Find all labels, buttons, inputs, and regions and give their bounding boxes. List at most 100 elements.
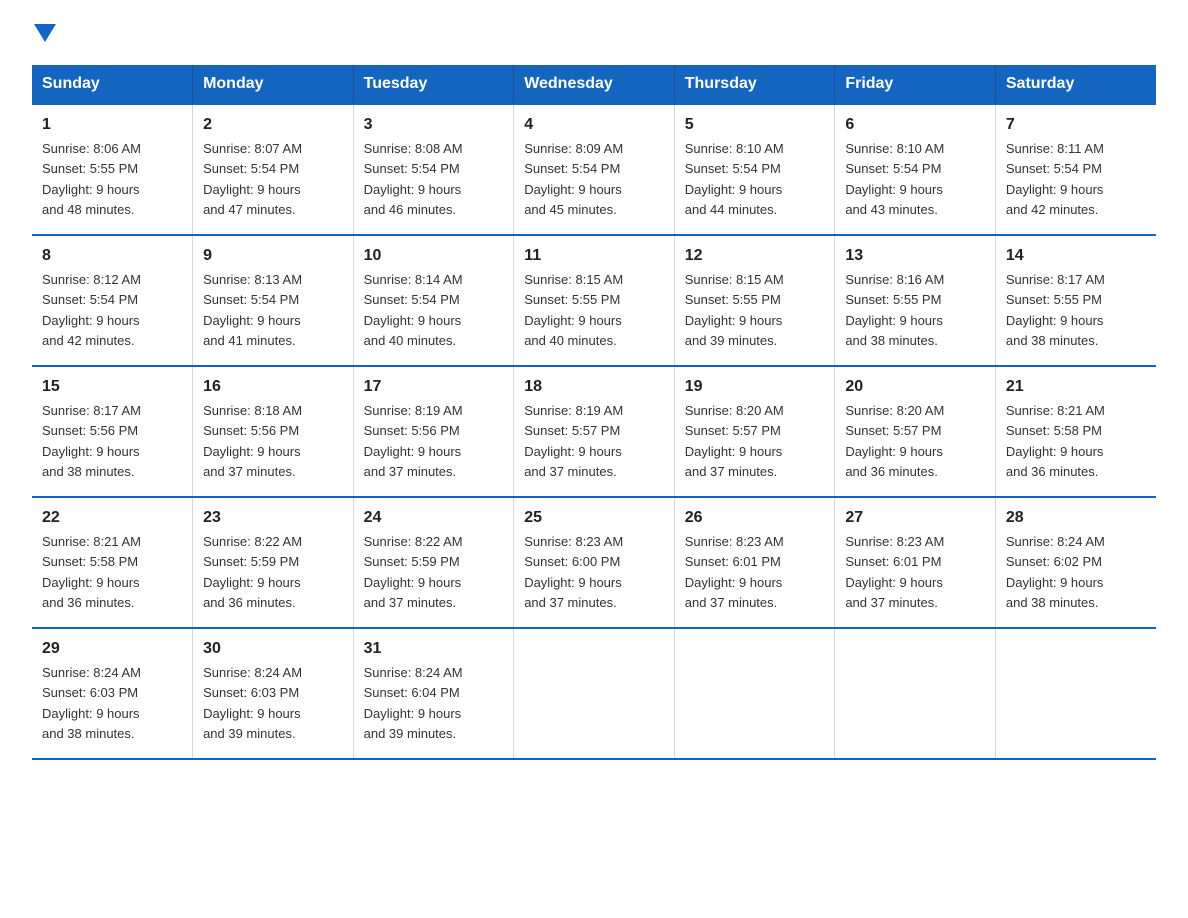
day-cell: 8 Sunrise: 8:12 AM Sunset: 5:54 PM Dayli…: [32, 235, 193, 366]
day-number: 9: [203, 244, 343, 268]
week-row-2: 8 Sunrise: 8:12 AM Sunset: 5:54 PM Dayli…: [32, 235, 1156, 366]
day-cell: 2 Sunrise: 8:07 AM Sunset: 5:54 PM Dayli…: [193, 104, 354, 235]
calendar-header-row: SundayMondayTuesdayWednesdayThursdayFrid…: [32, 65, 1156, 104]
day-number: 6: [845, 113, 985, 137]
day-info: Sunrise: 8:12 AM Sunset: 5:54 PM Dayligh…: [42, 272, 141, 348]
day-cell: 21 Sunrise: 8:21 AM Sunset: 5:58 PM Dayl…: [995, 366, 1156, 497]
day-info: Sunrise: 8:20 AM Sunset: 5:57 PM Dayligh…: [845, 403, 944, 479]
day-cell: 10 Sunrise: 8:14 AM Sunset: 5:54 PM Dayl…: [353, 235, 514, 366]
day-info: Sunrise: 8:06 AM Sunset: 5:55 PM Dayligh…: [42, 141, 141, 217]
day-number: 27: [845, 506, 985, 530]
day-number: 18: [524, 375, 664, 399]
day-info: Sunrise: 8:19 AM Sunset: 5:57 PM Dayligh…: [524, 403, 623, 479]
day-cell: 20 Sunrise: 8:20 AM Sunset: 5:57 PM Dayl…: [835, 366, 996, 497]
day-info: Sunrise: 8:17 AM Sunset: 5:55 PM Dayligh…: [1006, 272, 1105, 348]
day-number: 8: [42, 244, 182, 268]
day-cell: [514, 628, 675, 759]
day-cell: 30 Sunrise: 8:24 AM Sunset: 6:03 PM Dayl…: [193, 628, 354, 759]
day-info: Sunrise: 8:21 AM Sunset: 5:58 PM Dayligh…: [1006, 403, 1105, 479]
day-cell: 12 Sunrise: 8:15 AM Sunset: 5:55 PM Dayl…: [674, 235, 835, 366]
day-number: 15: [42, 375, 182, 399]
header-sunday: Sunday: [32, 65, 193, 104]
day-cell: 15 Sunrise: 8:17 AM Sunset: 5:56 PM Dayl…: [32, 366, 193, 497]
day-cell: 26 Sunrise: 8:23 AM Sunset: 6:01 PM Dayl…: [674, 497, 835, 628]
day-number: 1: [42, 113, 182, 137]
day-number: 25: [524, 506, 664, 530]
day-number: 4: [524, 113, 664, 137]
day-info: Sunrise: 8:14 AM Sunset: 5:54 PM Dayligh…: [364, 272, 463, 348]
day-number: 3: [364, 113, 504, 137]
day-cell: 31 Sunrise: 8:24 AM Sunset: 6:04 PM Dayl…: [353, 628, 514, 759]
day-number: 17: [364, 375, 504, 399]
week-row-5: 29 Sunrise: 8:24 AM Sunset: 6:03 PM Dayl…: [32, 628, 1156, 759]
day-info: Sunrise: 8:23 AM Sunset: 6:00 PM Dayligh…: [524, 534, 623, 610]
day-info: Sunrise: 8:13 AM Sunset: 5:54 PM Dayligh…: [203, 272, 302, 348]
header-saturday: Saturday: [995, 65, 1156, 104]
logo: [32, 24, 56, 47]
day-info: Sunrise: 8:24 AM Sunset: 6:03 PM Dayligh…: [203, 665, 302, 741]
day-number: 12: [685, 244, 825, 268]
day-cell: 27 Sunrise: 8:23 AM Sunset: 6:01 PM Dayl…: [835, 497, 996, 628]
day-info: Sunrise: 8:20 AM Sunset: 5:57 PM Dayligh…: [685, 403, 784, 479]
day-number: 11: [524, 244, 664, 268]
day-number: 10: [364, 244, 504, 268]
day-info: Sunrise: 8:23 AM Sunset: 6:01 PM Dayligh…: [845, 534, 944, 610]
day-info: Sunrise: 8:15 AM Sunset: 5:55 PM Dayligh…: [685, 272, 784, 348]
day-cell: 22 Sunrise: 8:21 AM Sunset: 5:58 PM Dayl…: [32, 497, 193, 628]
week-row-3: 15 Sunrise: 8:17 AM Sunset: 5:56 PM Dayl…: [32, 366, 1156, 497]
day-info: Sunrise: 8:08 AM Sunset: 5:54 PM Dayligh…: [364, 141, 463, 217]
week-row-1: 1 Sunrise: 8:06 AM Sunset: 5:55 PM Dayli…: [32, 104, 1156, 235]
day-number: 31: [364, 637, 504, 661]
day-info: Sunrise: 8:21 AM Sunset: 5:58 PM Dayligh…: [42, 534, 141, 610]
calendar-table: SundayMondayTuesdayWednesdayThursdayFrid…: [32, 65, 1156, 760]
header: [32, 24, 1156, 47]
day-number: 29: [42, 637, 182, 661]
day-cell: 3 Sunrise: 8:08 AM Sunset: 5:54 PM Dayli…: [353, 104, 514, 235]
header-wednesday: Wednesday: [514, 65, 675, 104]
day-number: 23: [203, 506, 343, 530]
day-info: Sunrise: 8:18 AM Sunset: 5:56 PM Dayligh…: [203, 403, 302, 479]
day-info: Sunrise: 8:17 AM Sunset: 5:56 PM Dayligh…: [42, 403, 141, 479]
day-number: 26: [685, 506, 825, 530]
day-info: Sunrise: 8:23 AM Sunset: 6:01 PM Dayligh…: [685, 534, 784, 610]
day-info: Sunrise: 8:07 AM Sunset: 5:54 PM Dayligh…: [203, 141, 302, 217]
day-number: 28: [1006, 506, 1146, 530]
day-cell: 5 Sunrise: 8:10 AM Sunset: 5:54 PM Dayli…: [674, 104, 835, 235]
day-info: Sunrise: 8:15 AM Sunset: 5:55 PM Dayligh…: [524, 272, 623, 348]
day-number: 7: [1006, 113, 1146, 137]
day-cell: 4 Sunrise: 8:09 AM Sunset: 5:54 PM Dayli…: [514, 104, 675, 235]
day-cell: 11 Sunrise: 8:15 AM Sunset: 5:55 PM Dayl…: [514, 235, 675, 366]
day-cell: [835, 628, 996, 759]
day-cell: 7 Sunrise: 8:11 AM Sunset: 5:54 PM Dayli…: [995, 104, 1156, 235]
day-info: Sunrise: 8:10 AM Sunset: 5:54 PM Dayligh…: [845, 141, 944, 217]
day-info: Sunrise: 8:19 AM Sunset: 5:56 PM Dayligh…: [364, 403, 463, 479]
day-cell: 14 Sunrise: 8:17 AM Sunset: 5:55 PM Dayl…: [995, 235, 1156, 366]
header-tuesday: Tuesday: [353, 65, 514, 104]
day-cell: 18 Sunrise: 8:19 AM Sunset: 5:57 PM Dayl…: [514, 366, 675, 497]
day-number: 5: [685, 113, 825, 137]
day-info: Sunrise: 8:16 AM Sunset: 5:55 PM Dayligh…: [845, 272, 944, 348]
day-number: 13: [845, 244, 985, 268]
day-number: 21: [1006, 375, 1146, 399]
day-cell: 23 Sunrise: 8:22 AM Sunset: 5:59 PM Dayl…: [193, 497, 354, 628]
header-monday: Monday: [193, 65, 354, 104]
day-cell: 13 Sunrise: 8:16 AM Sunset: 5:55 PM Dayl…: [835, 235, 996, 366]
day-cell: [674, 628, 835, 759]
day-cell: 24 Sunrise: 8:22 AM Sunset: 5:59 PM Dayl…: [353, 497, 514, 628]
day-cell: 19 Sunrise: 8:20 AM Sunset: 5:57 PM Dayl…: [674, 366, 835, 497]
header-thursday: Thursday: [674, 65, 835, 104]
day-cell: 25 Sunrise: 8:23 AM Sunset: 6:00 PM Dayl…: [514, 497, 675, 628]
day-info: Sunrise: 8:22 AM Sunset: 5:59 PM Dayligh…: [364, 534, 463, 610]
day-info: Sunrise: 8:11 AM Sunset: 5:54 PM Dayligh…: [1006, 141, 1104, 217]
day-number: 14: [1006, 244, 1146, 268]
day-number: 16: [203, 375, 343, 399]
day-cell: 17 Sunrise: 8:19 AM Sunset: 5:56 PM Dayl…: [353, 366, 514, 497]
day-cell: [995, 628, 1156, 759]
day-info: Sunrise: 8:09 AM Sunset: 5:54 PM Dayligh…: [524, 141, 623, 217]
day-cell: 9 Sunrise: 8:13 AM Sunset: 5:54 PM Dayli…: [193, 235, 354, 366]
day-cell: 1 Sunrise: 8:06 AM Sunset: 5:55 PM Dayli…: [32, 104, 193, 235]
day-info: Sunrise: 8:24 AM Sunset: 6:04 PM Dayligh…: [364, 665, 463, 741]
day-number: 2: [203, 113, 343, 137]
day-number: 22: [42, 506, 182, 530]
day-info: Sunrise: 8:22 AM Sunset: 5:59 PM Dayligh…: [203, 534, 302, 610]
